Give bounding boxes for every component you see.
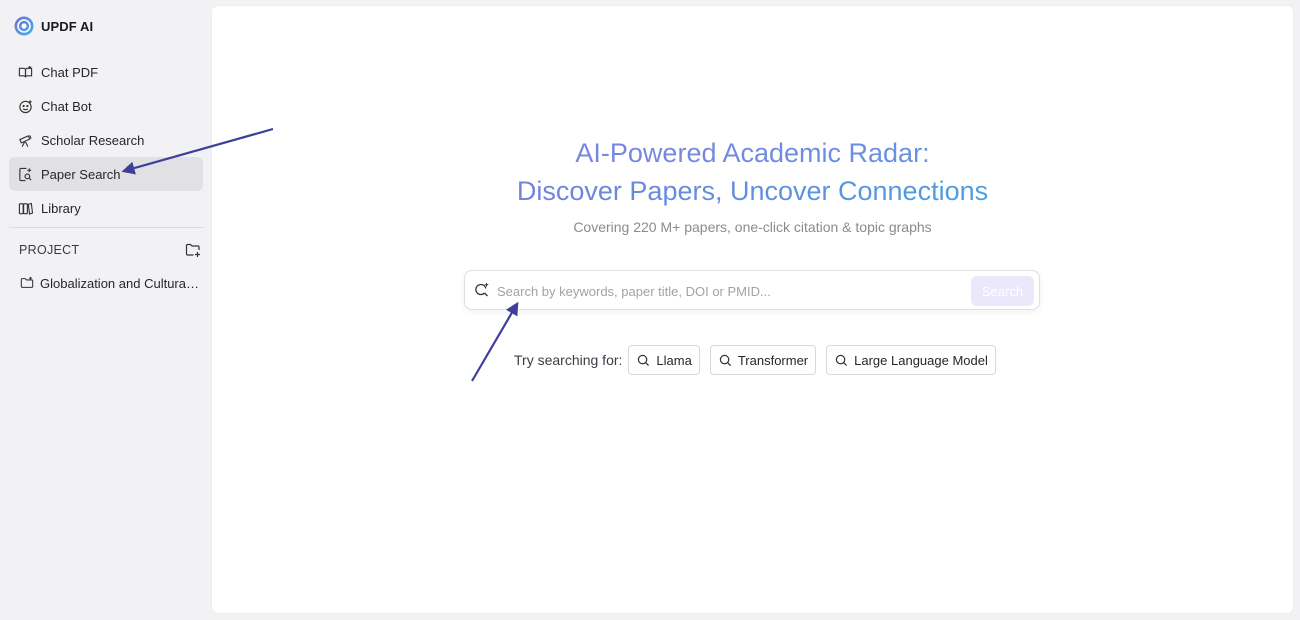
search-icon	[835, 354, 848, 366]
suggestion-chip-large-language-model[interactable]: Large Language Model	[826, 345, 996, 375]
page-subtitle: Covering 220 M+ papers, one-click citati…	[573, 219, 932, 235]
folder-add-icon	[185, 243, 200, 257]
search-icon	[719, 354, 731, 366]
new-project-button[interactable]	[185, 242, 201, 258]
updf-logo-icon	[14, 16, 34, 36]
sidebar-item-label: Chat Bot	[41, 98, 92, 114]
bot-icon	[19, 99, 32, 113]
paper-search-icon	[19, 167, 32, 181]
project-section-title: PROJECT	[19, 243, 80, 257]
chip-label: Large Language Model	[854, 352, 988, 368]
sidebar: UPDF AI Chat PDF Chat Bot Scholar Resear…	[0, 0, 212, 620]
search-icon	[638, 354, 650, 366]
telescope-icon	[19, 134, 32, 147]
suggestion-chip-transformer[interactable]: Transformer	[709, 345, 817, 375]
main-panel: AI-Powered Academic Radar: Discover Pape…	[212, 6, 1293, 613]
sidebar-item-paper-search[interactable]: Paper Search	[9, 157, 203, 191]
search-suggestions: Try searching for: Llama Transformer Lar…	[514, 344, 996, 376]
suggestion-chip-llama[interactable]: Llama	[628, 345, 700, 375]
book-icon	[18, 65, 33, 77]
app-logo[interactable]: UPDF AI	[14, 15, 93, 37]
sidebar-item-label: Scholar Research	[41, 132, 145, 148]
search-sparkle-icon	[475, 282, 489, 297]
sidebar-item-chat-pdf[interactable]: Chat PDF	[9, 55, 203, 89]
sidebar-nav: Chat PDF Chat Bot Scholar Research Paper…	[9, 55, 203, 225]
chip-label: Llama	[656, 352, 692, 368]
suggestions-label: Try searching for:	[514, 352, 623, 368]
sidebar-item-label: Chat PDF	[41, 64, 99, 80]
sidebar-item-library[interactable]: Library	[9, 191, 203, 225]
project-item-label: Globalization and Cultural Identity	[40, 275, 200, 291]
page-title: AI-Powered Academic Radar: Discover Pape…	[212, 134, 1293, 210]
sidebar-item-label: Library	[41, 200, 81, 216]
search-box: Search	[464, 270, 1040, 310]
title-line-2: Discover Papers, Uncover Connections	[212, 172, 1293, 210]
chip-label: Transformer	[737, 352, 809, 368]
app-title: UPDF AI	[41, 18, 94, 34]
sidebar-item-scholar-research[interactable]: Scholar Research	[9, 123, 203, 157]
project-item[interactable]: Globalization and Cultural Identity	[9, 266, 203, 300]
search-field-icon	[474, 282, 490, 298]
project-header: PROJECT	[19, 240, 201, 260]
search-input[interactable]	[495, 277, 969, 305]
sidebar-item-chat-bot[interactable]: Chat Bot	[9, 89, 203, 123]
search-button[interactable]: Search	[971, 276, 1034, 306]
folder-icon	[20, 276, 34, 288]
library-icon	[18, 202, 33, 215]
sidebar-item-label: Paper Search	[41, 166, 121, 182]
sidebar-divider	[9, 227, 203, 228]
title-line-1: AI-Powered Academic Radar:	[212, 134, 1293, 172]
